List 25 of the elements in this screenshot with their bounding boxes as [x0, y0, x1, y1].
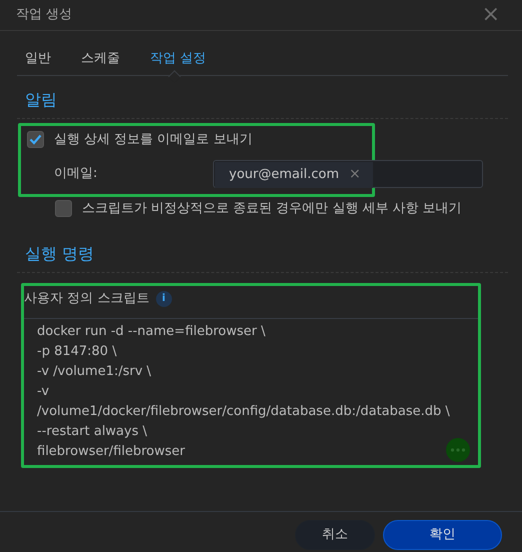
checkbox-label: 실행 상세 정보를 이메일로 보내기 — [54, 131, 252, 149]
email-field[interactable]: your@email.com × — [213, 160, 483, 188]
code-line: docker run -d --name=filebrowser \ — [37, 322, 266, 340]
tab[interactable]: 스케줄 — [73, 43, 120, 75]
window-title: 작업 생성 — [16, 6, 72, 24]
cancel-button[interactable]: 취소 — [295, 520, 375, 550]
field-label: 이메일: — [53, 164, 98, 183]
more-icon[interactable] — [446, 438, 470, 462]
field-label: 사용자 정의 스크립트 — [24, 290, 150, 308]
info-icon[interactable]: i — [156, 290, 172, 307]
code-line: -v — [37, 382, 50, 400]
tab[interactable]: 일반 — [17, 43, 51, 75]
code-line: filebrowser/filebrowser — [37, 442, 186, 460]
confirm-button[interactable]: 확인 — [383, 520, 502, 550]
code-line: --restart always \ — [37, 422, 148, 440]
email-tag: your@email.com × — [215, 162, 373, 188]
code-line: -v /volume1:/srv \ — [37, 362, 152, 380]
checkbox[interactable] — [27, 131, 44, 148]
script-editor[interactable]: docker run -d --name=filebrowser \ -p 8147:80 \ -v /volume1:/srv \ -v /volume1/docker/filebrowser/config/database.db:/database.db \ --restart always \ filebrowser/filebrowser — [24, 318, 478, 462]
section-heading: 알림 — [25, 89, 58, 111]
checkbox-label: 스크립트가 비정상적으로 종료된 경우에만 실행 세부 사항 보내기 — [82, 200, 462, 218]
code-line: -p 8147:80 \ — [37, 342, 117, 360]
code-line: /volume1/docker/filebrowser/config/database.db:/database.db \ — [37, 402, 450, 420]
checkbox[interactable] — [55, 200, 72, 217]
section-heading: 실행 명령 — [25, 243, 96, 265]
